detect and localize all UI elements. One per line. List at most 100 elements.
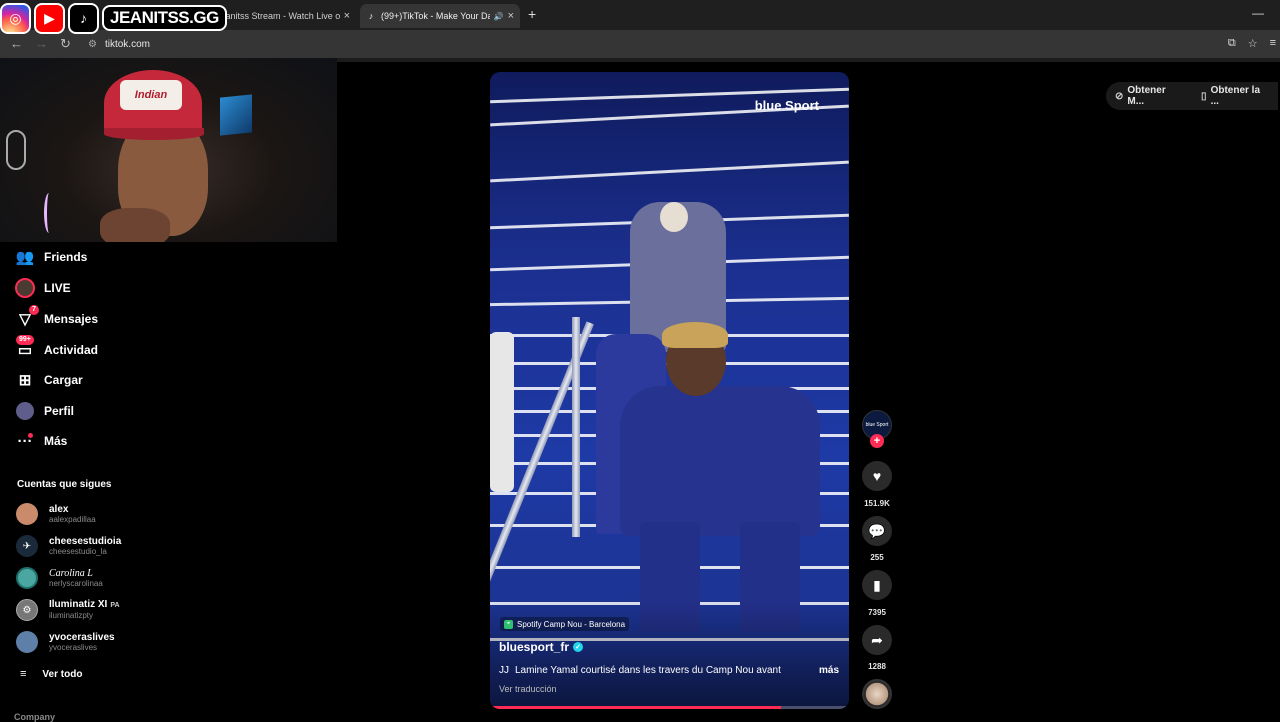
account-cheesestudioia[interactable]: ✈ cheesestudioia cheesestudio_la (16, 535, 121, 557)
save-count: 7395 (868, 608, 886, 617)
back-arrow-icon[interactable]: ← (10, 36, 23, 51)
old-man-head (660, 202, 688, 232)
account-name: cheesestudioia (49, 535, 122, 547)
streamer-webcam: Indian (0, 58, 337, 242)
account-alex[interactable]: alex aalexpadillaa (16, 503, 96, 525)
cap-logo: Indian (120, 80, 182, 110)
minimize-button[interactable]: — (1252, 6, 1264, 20)
sidebar-item-profile[interactable]: Perfil (14, 400, 74, 422)
get-coins-label: Obtener M... (1127, 85, 1166, 107)
tiktok-icon: ♪ (68, 2, 99, 34)
video-progress-fill (490, 706, 781, 709)
friends-icon: 👥 (15, 249, 35, 266)
microphone (6, 130, 26, 170)
account-yvoceraslives[interactable]: yvoceraslives yvoceraslives (16, 631, 115, 653)
avatar (16, 567, 38, 589)
location-tag[interactable]: ⌖ Spotify Camp Nou - Barcelona (500, 617, 630, 631)
account-username: aalexpadillaa (49, 514, 96, 524)
sidebar-item-label: Perfil (44, 404, 75, 418)
messages-badge: 7 (29, 305, 39, 315)
url-text: tiktok.com (104, 38, 150, 50)
speaker-icon[interactable]: 🔊 (494, 12, 504, 21)
like-count: 151.9K (864, 499, 890, 508)
bookmark-star-icon[interactable]: ☆ (1248, 37, 1258, 50)
more-dot (28, 433, 33, 438)
tab-close-icon[interactable]: × (344, 10, 350, 22)
reload-icon[interactable]: ↻ (60, 36, 71, 52)
person-left-edge (490, 332, 514, 492)
caption-more-button[interactable]: más (819, 665, 839, 676)
share-button[interactable]: ➦ (862, 625, 892, 655)
location-text: Spotify Camp Nou - Barcelona (517, 619, 626, 629)
tab-close-icon[interactable]: × (508, 10, 514, 22)
tab-jeanitss-stream[interactable]: Jeanitss Stream - Watch Live on × (210, 4, 356, 28)
background-monitor (220, 94, 252, 136)
get-app-button[interactable]: ▯ Obtener la ... (1192, 85, 1278, 107)
messages-icon: ▽ 7 (14, 305, 39, 330)
sidebar-item-upload[interactable]: ⊞ Cargar (14, 369, 83, 391)
avatar (16, 631, 38, 653)
author-name: bluesport_fr (499, 640, 570, 654)
verified-icon: ✓ (573, 642, 584, 652)
sidebar-item-label: Mensajes (44, 312, 99, 326)
like-button[interactable]: ♥ (862, 461, 892, 491)
sidebar-item-more[interactable]: ··· Más (14, 430, 68, 452)
video-caption: JJ Lamine Yamal courtisé dans les traver… (499, 665, 839, 676)
url-field[interactable]: ⚙ tiktok.com (88, 35, 1258, 53)
activity-icon: ▭ 99+ (16, 335, 34, 359)
see-translation-link[interactable]: Ver traducción (499, 684, 557, 694)
install-app-icon[interactable]: ⧉ (1228, 37, 1236, 50)
profile-avatar-icon (14, 400, 36, 422)
account-carolina[interactable]: Carolina Lnerlyscarolinaa (16, 567, 103, 589)
account-iluminatiz[interactable]: ⚙ Iluminatiz XI PA iluminatizpty (16, 599, 120, 621)
top-right-actions: ⊘ Obtener M... ▯ Obtener la ... (1106, 82, 1278, 110)
see-all-link[interactable]: ≡ Ver todo (20, 668, 82, 680)
avatar (16, 503, 38, 525)
streamer-hand (100, 208, 170, 242)
forward-arrow-icon[interactable]: → (35, 36, 48, 51)
coin-icon: ⊘ (1115, 90, 1124, 102)
music-disc-icon[interactable] (862, 679, 892, 709)
account-name: Carolina L (49, 567, 93, 579)
handrail-post (572, 317, 580, 537)
follow-plus-icon[interactable]: + (870, 434, 884, 448)
sidebar-item-activity[interactable]: ▭ 99+ Actividad (14, 335, 99, 361)
site-info-icon[interactable]: ⚙ (88, 39, 97, 50)
following-title: Cuentas que sigues (17, 479, 112, 490)
video-player[interactable]: blue Sport ⌖ Spotify Camp Nou - Barcelon… (490, 72, 849, 709)
comment-count: 255 (870, 553, 884, 562)
comment-bubble-icon: 💬 (868, 522, 886, 539)
country-tag: PA (110, 602, 120, 609)
sidebar-item-live[interactable]: LIVE (14, 277, 71, 299)
bookmark-icon: ▮ (873, 576, 881, 593)
sidebar-item-friends[interactable]: 👥 Friends (14, 246, 88, 268)
get-app-label: Obtener la ... (1210, 85, 1261, 107)
caption-text: Lamine Yamal courtisé dans les travers d… (515, 665, 781, 676)
player-sitting-body (620, 386, 820, 536)
extensions-icon[interactable]: ≡ (1270, 37, 1276, 50)
comment-button[interactable]: 💬 (862, 516, 892, 546)
account-username: cheesestudio_la (49, 546, 107, 556)
company-link[interactable]: Company (14, 712, 55, 722)
upload-plus-icon: ⊞ (18, 372, 32, 389)
account-username: nerlyscarolinaa (49, 578, 103, 588)
live-avatar-icon (14, 277, 36, 299)
sidebar-item-label: LIVE (44, 281, 71, 295)
save-button[interactable]: ▮ (862, 570, 892, 600)
sidebar-item-label: Más (44, 434, 68, 448)
account-name-row: Iluminatiz XI PA (49, 599, 120, 611)
sidebar-item-label: Friends (44, 250, 88, 264)
tab-tiktok[interactable]: ♪ (99+)TikTok - Make Your Day 🔊 × (360, 4, 520, 28)
sidebar-item-messages[interactable]: ▽ 7 Mensajes (14, 305, 99, 330)
get-coins-button[interactable]: ⊘ Obtener M... (1106, 85, 1192, 107)
sidebar-item-label: Actividad (44, 343, 99, 357)
youtube-icon: ▶ (34, 2, 65, 34)
new-tab-button[interactable]: + (528, 6, 536, 22)
stair-light (490, 160, 849, 183)
video-author[interactable]: bluesport_fr ✓ (499, 640, 584, 654)
video-progress-bar[interactable] (490, 706, 849, 709)
see-all-label: Ver todo (42, 668, 83, 680)
share-count: 1288 (868, 662, 886, 671)
caption-lead: JJ (499, 665, 509, 676)
channel-name: JEANITSS.GG (102, 5, 227, 31)
